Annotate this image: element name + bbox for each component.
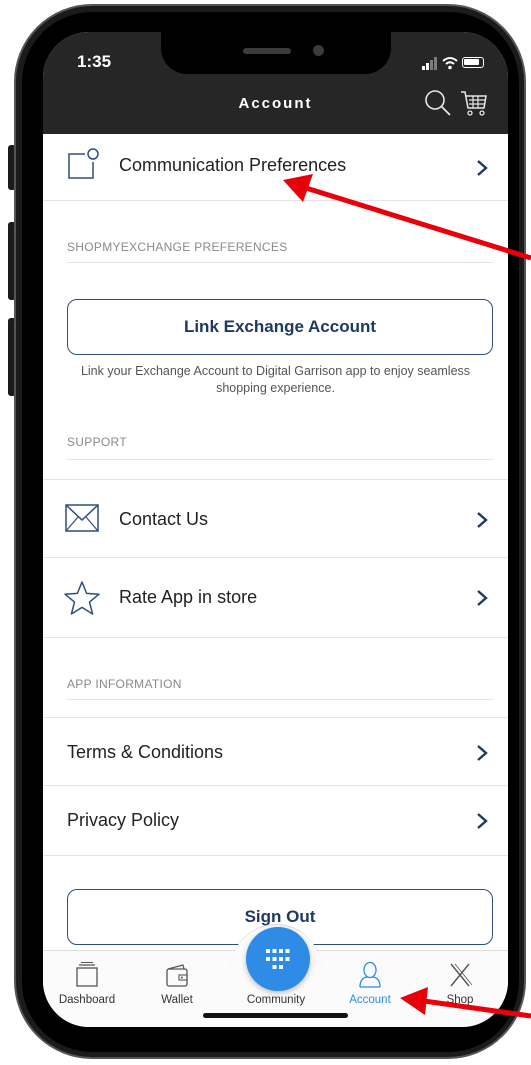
tab-dashboard[interactable]: Dashboard [48, 951, 126, 1011]
battery-icon [462, 57, 484, 68]
home-indicator [203, 1013, 348, 1018]
link-exchange-account-button[interactable]: Link Exchange Account [67, 299, 493, 355]
notification-icon [68, 148, 99, 179]
contact-us-row[interactable]: Contact Us [43, 479, 508, 558]
contact-us-label: Contact Us [119, 509, 209, 529]
help-text-line-2: shopping experience. [216, 381, 335, 395]
signal-bar-3 [430, 60, 433, 70]
chevron-right-icon [477, 590, 488, 606]
link-account-help-text: Link your Exchange Account to Digital Ga… [43, 363, 508, 397]
dashboard-icon [76, 962, 98, 987]
battery-level [464, 59, 479, 65]
speaker-grille [243, 48, 291, 54]
chevron-right-icon [477, 745, 488, 761]
tab-label-wallet: Wallet [161, 994, 193, 1006]
screenshot-stage: 1:35 Account Communication Preferences S… [0, 0, 531, 1065]
signal-bar-4 [434, 57, 437, 70]
wallet-icon [166, 964, 188, 987]
app-screen: 1:35 Account Communication Preferences S… [43, 32, 508, 1027]
rate-app-row[interactable]: Rate App in store [43, 558, 508, 638]
cart-icon[interactable] [459, 88, 489, 118]
chevron-right-icon [477, 813, 488, 829]
tab-label-shop: Shop [446, 994, 474, 1006]
tab-wallet[interactable]: Wallet [138, 951, 216, 1011]
envelope-icon [65, 504, 99, 532]
grid-icon [266, 949, 290, 969]
communication-preferences-label: Communication Preferences [119, 155, 347, 175]
tab-label-dashboard: Dashboard [58, 994, 116, 1006]
star-icon [64, 581, 100, 615]
signal-bar-2 [426, 63, 429, 70]
tab-account[interactable]: Account [331, 951, 409, 1011]
tab-label-community: Community [246, 994, 306, 1006]
phone-notch [161, 32, 391, 74]
person-icon [359, 961, 381, 988]
tab-shop[interactable]: Shop [421, 951, 499, 1011]
help-text-line-1: Link your Exchange Account to Digital Ga… [80, 364, 471, 378]
section-header-app-information: APP INFORMATION [67, 677, 182, 691]
section-divider [67, 459, 493, 460]
tab-label-account: Account [349, 994, 391, 1006]
terms-conditions-label: Terms & Conditions [67, 742, 224, 762]
signal-bar-1 [422, 66, 425, 70]
front-camera [313, 45, 324, 56]
search-icon[interactable] [423, 88, 453, 118]
communication-preferences-row[interactable]: Communication Preferences [43, 134, 508, 201]
app-header: 1:35 Account [43, 32, 508, 134]
terms-conditions-row[interactable]: Terms & Conditions [43, 717, 508, 786]
community-button[interactable] [246, 927, 310, 991]
rate-app-label: Rate App in store [119, 587, 258, 607]
chevron-right-icon [477, 160, 488, 176]
chevron-right-icon [477, 512, 488, 528]
privacy-policy-row[interactable]: Privacy Policy [43, 786, 508, 856]
section-divider [67, 699, 493, 700]
exchange-x-icon [450, 963, 472, 987]
section-divider [67, 262, 493, 263]
status-time: 1:35 [77, 52, 112, 71]
section-header-shopmyexchange: SHOPMYEXCHANGE PREFERENCES [67, 240, 288, 254]
privacy-policy-label: Privacy Policy [67, 810, 180, 830]
status-icons [422, 56, 486, 70]
section-header-support: SUPPORT [67, 435, 127, 449]
wifi-icon [442, 57, 458, 70]
